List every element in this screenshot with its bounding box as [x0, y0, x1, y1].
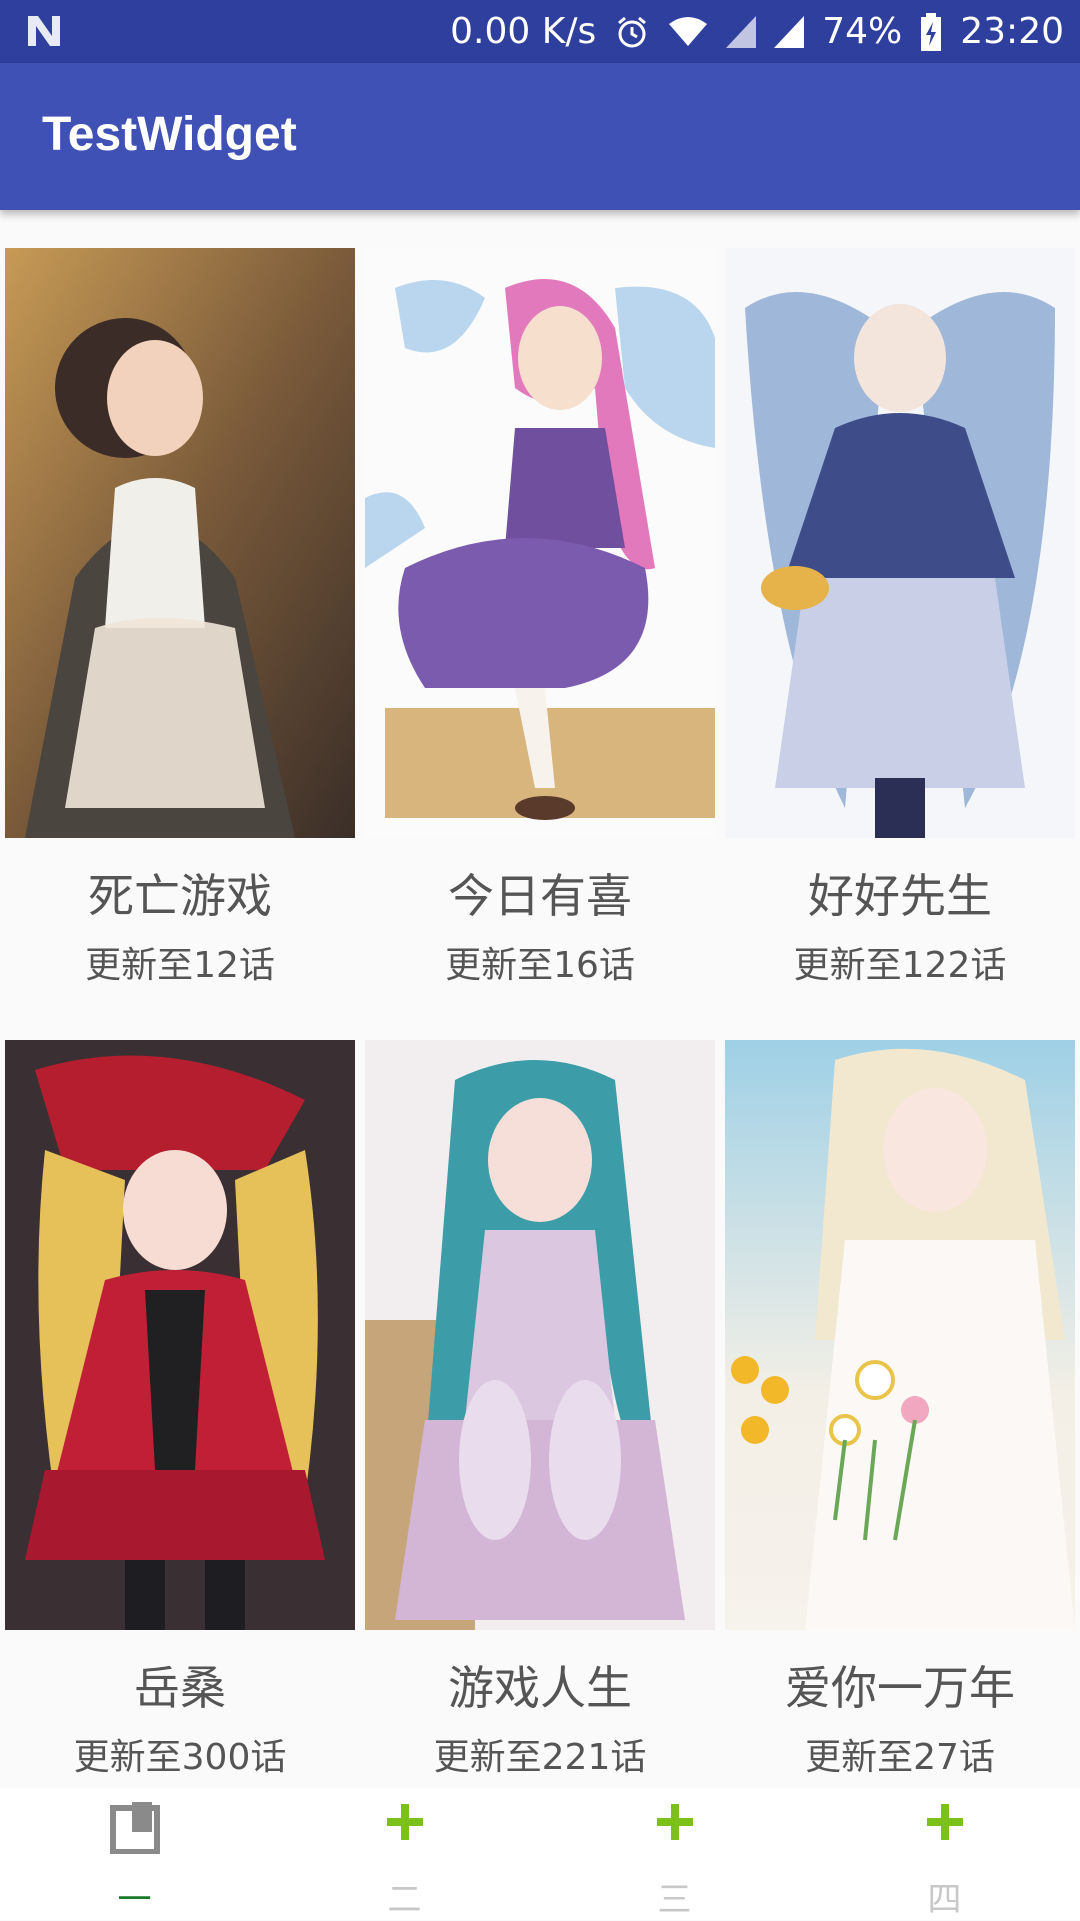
comic-title: 今日有喜 — [448, 869, 632, 923]
app-title: TestWidget — [42, 108, 297, 161]
plus-icon — [926, 1804, 963, 1840]
comic-title: 爱你一万年 — [785, 1661, 1015, 1715]
signal-icon — [774, 15, 805, 48]
comic-update: 更新至27话 — [805, 1737, 995, 1778]
flower-girl-cover[interactable] — [725, 1040, 1075, 1630]
comic-update: 更新至122话 — [793, 945, 1007, 986]
comic-title: 岳桑 — [134, 1661, 226, 1715]
bookmark-icon — [109, 1802, 160, 1854]
signal-icon — [726, 15, 757, 48]
comic-update: 更新至12话 — [85, 945, 275, 986]
tab-4[interactable]: 四 — [877, 1788, 1012, 1920]
app-bar: TestWidget — [0, 63, 1080, 210]
clock: 23:20 — [960, 11, 1064, 52]
red-gothic-girl-cover[interactable] — [5, 1040, 355, 1630]
network-speed: 0.00 K/s — [450, 11, 597, 52]
bottom-nav: 一 二 三 四 — [0, 1788, 1080, 1920]
tab-label: 三 — [657, 1880, 692, 1920]
tab-2[interactable]: 二 — [337, 1788, 472, 1920]
maid-girl-cover[interactable] — [5, 248, 355, 838]
tab-1[interactable]: 一 — [67, 1788, 202, 1920]
plus-icon — [656, 1804, 693, 1840]
n-logo-icon — [28, 16, 60, 46]
tab-3[interactable]: 三 — [607, 1788, 742, 1920]
battery-percent: 74% — [822, 11, 903, 52]
comic-update: 更新至16话 — [445, 945, 635, 986]
comic-update: 更新至221话 — [433, 1737, 647, 1778]
tab-label: 四 — [927, 1880, 962, 1920]
alarm-icon — [618, 16, 647, 47]
wifi-icon — [669, 16, 708, 46]
blue-twintail-girl-cover[interactable] — [725, 248, 1075, 838]
battery-charging-icon — [921, 12, 942, 51]
comic-title: 好好先生 — [808, 869, 992, 923]
teal-hair-girl-cover[interactable] — [365, 1040, 715, 1630]
comic-update: 更新至300话 — [73, 1737, 287, 1778]
plus-icon — [386, 1804, 423, 1840]
pink-hair-girl-cover[interactable] — [365, 248, 715, 838]
comic-title: 游戏人生 — [448, 1661, 632, 1715]
tab-label: 二 — [387, 1880, 422, 1920]
comic-title: 死亡游戏 — [88, 869, 272, 923]
tab-label: 一 — [117, 1880, 152, 1920]
status-bar: 0.00 K/s 74% 23:20 — [0, 0, 1080, 63]
